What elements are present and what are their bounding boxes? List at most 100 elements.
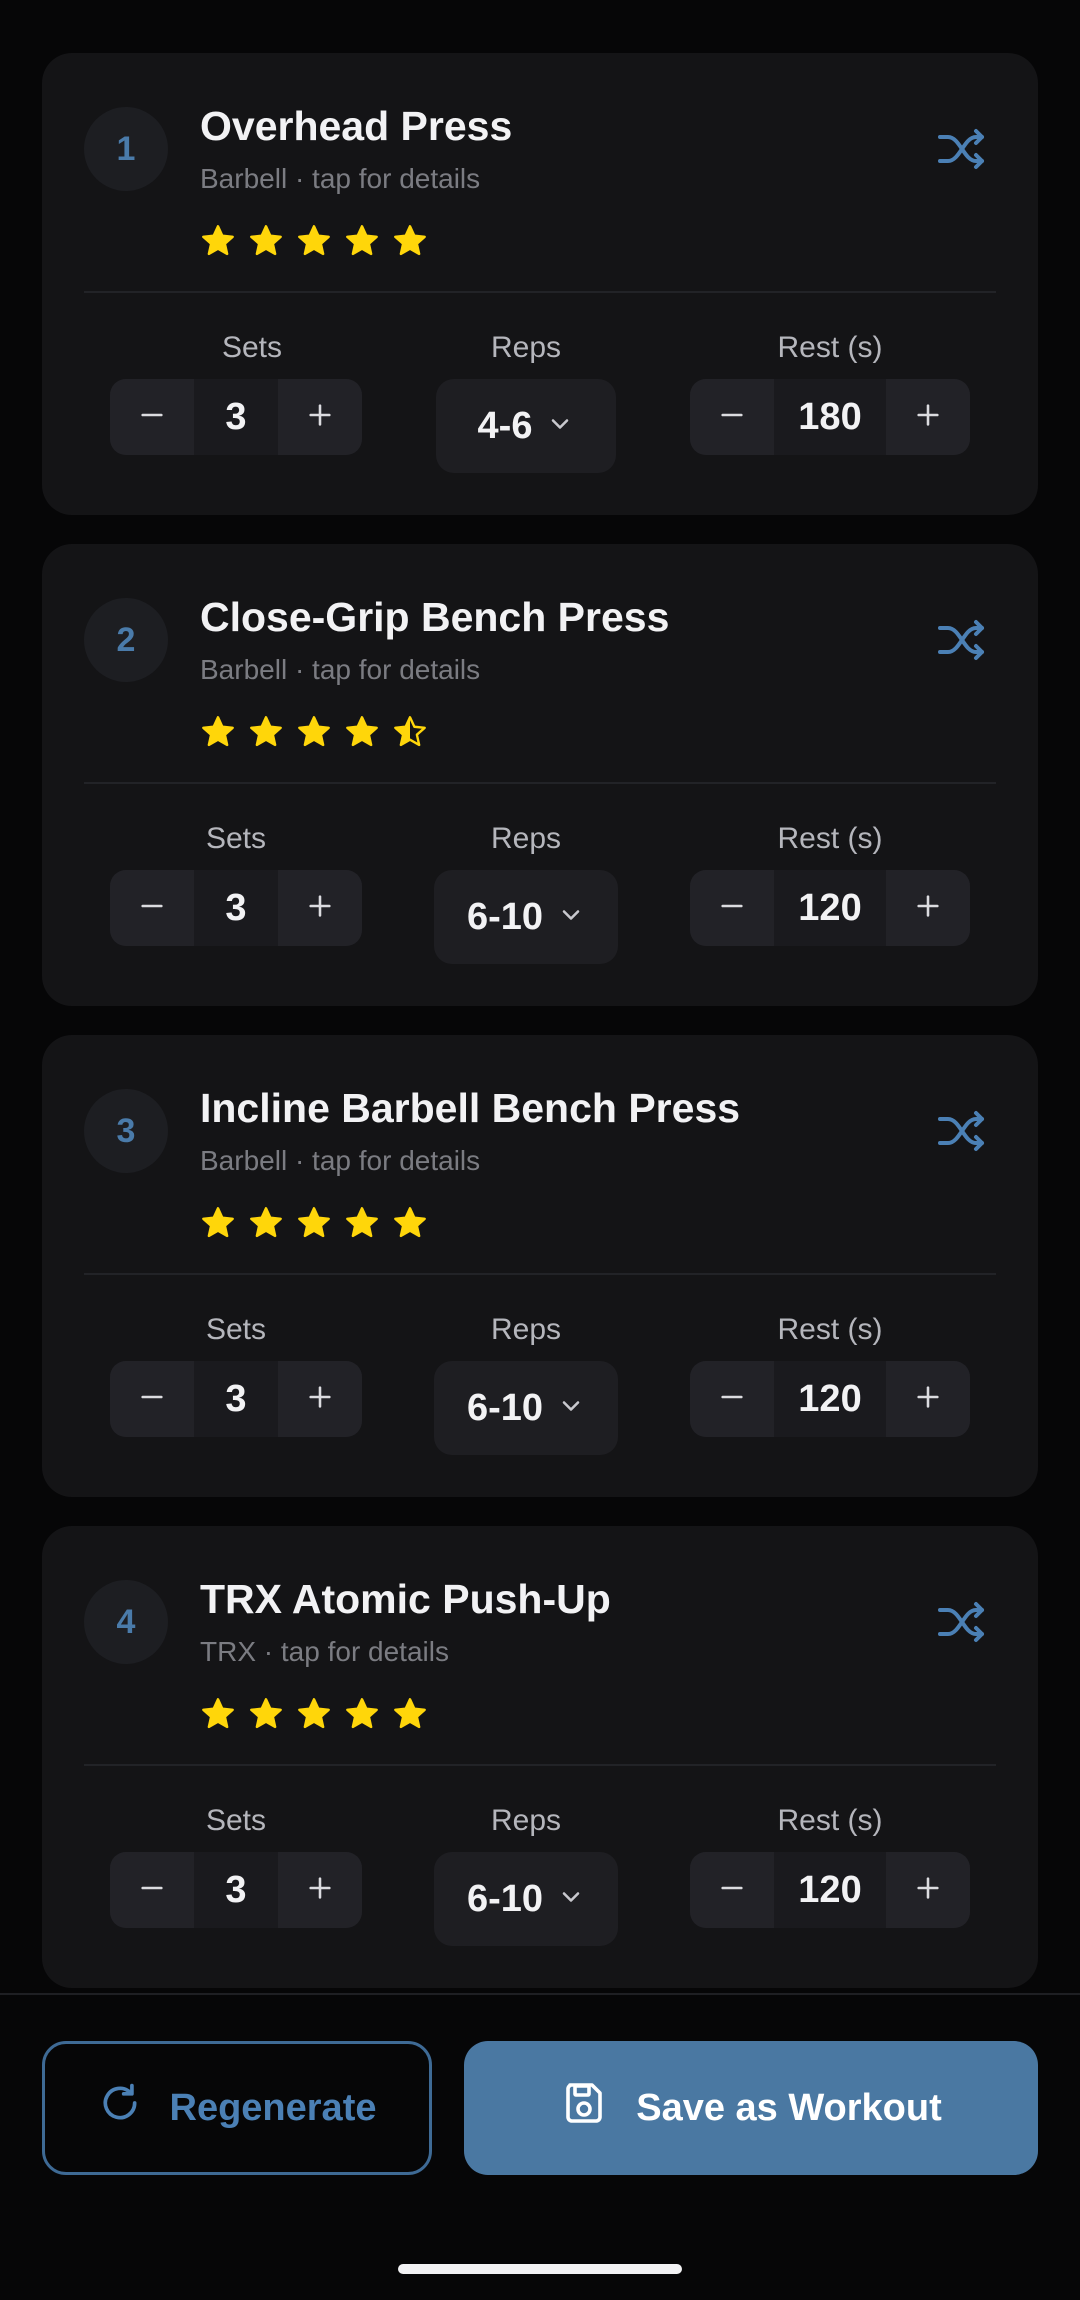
save-as-workout-button[interactable]: Save as Workout (464, 2041, 1038, 2175)
plus-icon (914, 401, 942, 434)
minus-icon (718, 892, 746, 925)
reps-dropdown[interactable]: 4-6 (436, 379, 616, 473)
decrement-sets-button[interactable] (110, 870, 194, 946)
divider (84, 1764, 996, 1766)
rest-stepper: 120 (690, 870, 970, 946)
star-icon (394, 716, 426, 747)
reps-value: 6-10 (466, 895, 544, 938)
star-icon (346, 225, 378, 256)
decrement-sets-button[interactable] (110, 1361, 194, 1437)
shuffle-icon[interactable] (934, 125, 990, 173)
sets-stepper: 3 (110, 870, 362, 946)
star-icon (202, 1207, 234, 1238)
generated-workout-screen: 1 Overhead Press Barbell · tap for detai… (0, 0, 1080, 2300)
decrement-rest-button[interactable] (690, 379, 774, 455)
star-icon (298, 1698, 330, 1729)
rest-label: Rest (s) (777, 331, 883, 364)
sets-label: Sets (221, 331, 283, 364)
star-icon (250, 1698, 282, 1729)
decrement-rest-button[interactable] (690, 870, 774, 946)
divider (84, 291, 996, 293)
reps-value: 6-10 (466, 1877, 544, 1920)
sets-stepper: 3 (110, 1361, 362, 1437)
rest-label: Rest (s) (777, 822, 883, 855)
rest-value: 120 (774, 1852, 886, 1928)
exercise-subtitle[interactable]: Barbell · tap for details (200, 163, 480, 195)
divider (84, 1273, 996, 1275)
star-icon (394, 1207, 426, 1238)
decrement-sets-button[interactable] (110, 379, 194, 455)
decrement-rest-button[interactable] (690, 1361, 774, 1437)
reps-label: Reps (490, 331, 562, 364)
decrement-rest-button[interactable] (690, 1852, 774, 1928)
increment-rest-button[interactable] (886, 1852, 970, 1928)
increment-rest-button[interactable] (886, 379, 970, 455)
star-icon (394, 225, 426, 256)
chevron-down-icon (557, 1883, 585, 1916)
exercise-name[interactable]: Overhead Press (200, 103, 512, 150)
star-icon (346, 1207, 378, 1238)
increment-rest-button[interactable] (886, 870, 970, 946)
exercise-number: 1 (116, 129, 136, 168)
chevron-down-icon (557, 1392, 585, 1425)
exercise-card[interactable]: 4 TRX Atomic Push-Up TRX · tap for detai… (42, 1526, 1038, 1988)
floppy-disk-icon (560, 2079, 608, 2137)
minus-icon (718, 1383, 746, 1416)
plus-icon (306, 1874, 334, 1907)
exercise-number-badge: 4 (84, 1580, 168, 1664)
reps-dropdown[interactable]: 6-10 (434, 1852, 618, 1946)
increment-sets-button[interactable] (278, 1852, 362, 1928)
star-icon (250, 716, 282, 747)
exercise-name[interactable]: TRX Atomic Push-Up (200, 1576, 611, 1623)
star-icon (394, 1698, 426, 1729)
reps-label: Reps (490, 1804, 562, 1837)
star-icon (202, 225, 234, 256)
sets-value: 3 (194, 1361, 278, 1437)
rest-label: Rest (s) (777, 1313, 883, 1346)
shuffle-icon[interactable] (934, 616, 990, 664)
exercise-name[interactable]: Incline Barbell Bench Press (200, 1085, 740, 1132)
exercise-number: 2 (116, 620, 136, 659)
star-icon (250, 1207, 282, 1238)
regenerate-button[interactable]: Regenerate (42, 2041, 432, 2175)
exercise-number-badge: 1 (84, 107, 168, 191)
increment-sets-button[interactable] (278, 1361, 362, 1437)
bottom-action-bar: Regenerate Save as Workout (0, 1993, 1080, 2300)
sets-stepper: 3 (110, 1852, 362, 1928)
star-icon (298, 716, 330, 747)
reps-value: 6-10 (466, 1386, 544, 1429)
exercise-card[interactable]: 1 Overhead Press Barbell · tap for detai… (42, 53, 1038, 515)
star-icon (250, 225, 282, 256)
shuffle-icon[interactable] (934, 1107, 990, 1155)
sets-value: 3 (194, 870, 278, 946)
rest-stepper: 120 (690, 1361, 970, 1437)
refresh-icon (98, 2081, 142, 2135)
exercise-subtitle[interactable]: Barbell · tap for details (200, 1145, 480, 1177)
divider (84, 782, 996, 784)
sets-value: 3 (194, 379, 278, 455)
increment-sets-button[interactable] (278, 379, 362, 455)
shuffle-icon[interactable] (934, 1598, 990, 1646)
exercise-number: 4 (116, 1602, 136, 1641)
rest-value: 120 (774, 870, 886, 946)
increment-rest-button[interactable] (886, 1361, 970, 1437)
plus-icon (306, 1383, 334, 1416)
exercise-name[interactable]: Close-Grip Bench Press (200, 594, 669, 641)
star-icon (202, 1698, 234, 1729)
exercise-card[interactable]: 2 Close-Grip Bench Press Barbell · tap f… (42, 544, 1038, 1006)
plus-icon (914, 1383, 942, 1416)
minus-icon (138, 1383, 166, 1416)
reps-dropdown[interactable]: 6-10 (434, 870, 618, 964)
sets-label: Sets (205, 1313, 267, 1346)
increment-sets-button[interactable] (278, 870, 362, 946)
rest-value: 180 (774, 379, 886, 455)
home-indicator[interactable] (398, 2264, 682, 2274)
decrement-sets-button[interactable] (110, 1852, 194, 1928)
rest-label: Rest (s) (777, 1804, 883, 1837)
reps-dropdown[interactable]: 6-10 (434, 1361, 618, 1455)
minus-icon (718, 401, 746, 434)
exercise-subtitle[interactable]: TRX · tap for details (200, 1636, 449, 1668)
exercise-card[interactable]: 3 Incline Barbell Bench Press Barbell · … (42, 1035, 1038, 1497)
star-icon (202, 716, 234, 747)
exercise-subtitle[interactable]: Barbell · tap for details (200, 654, 480, 686)
